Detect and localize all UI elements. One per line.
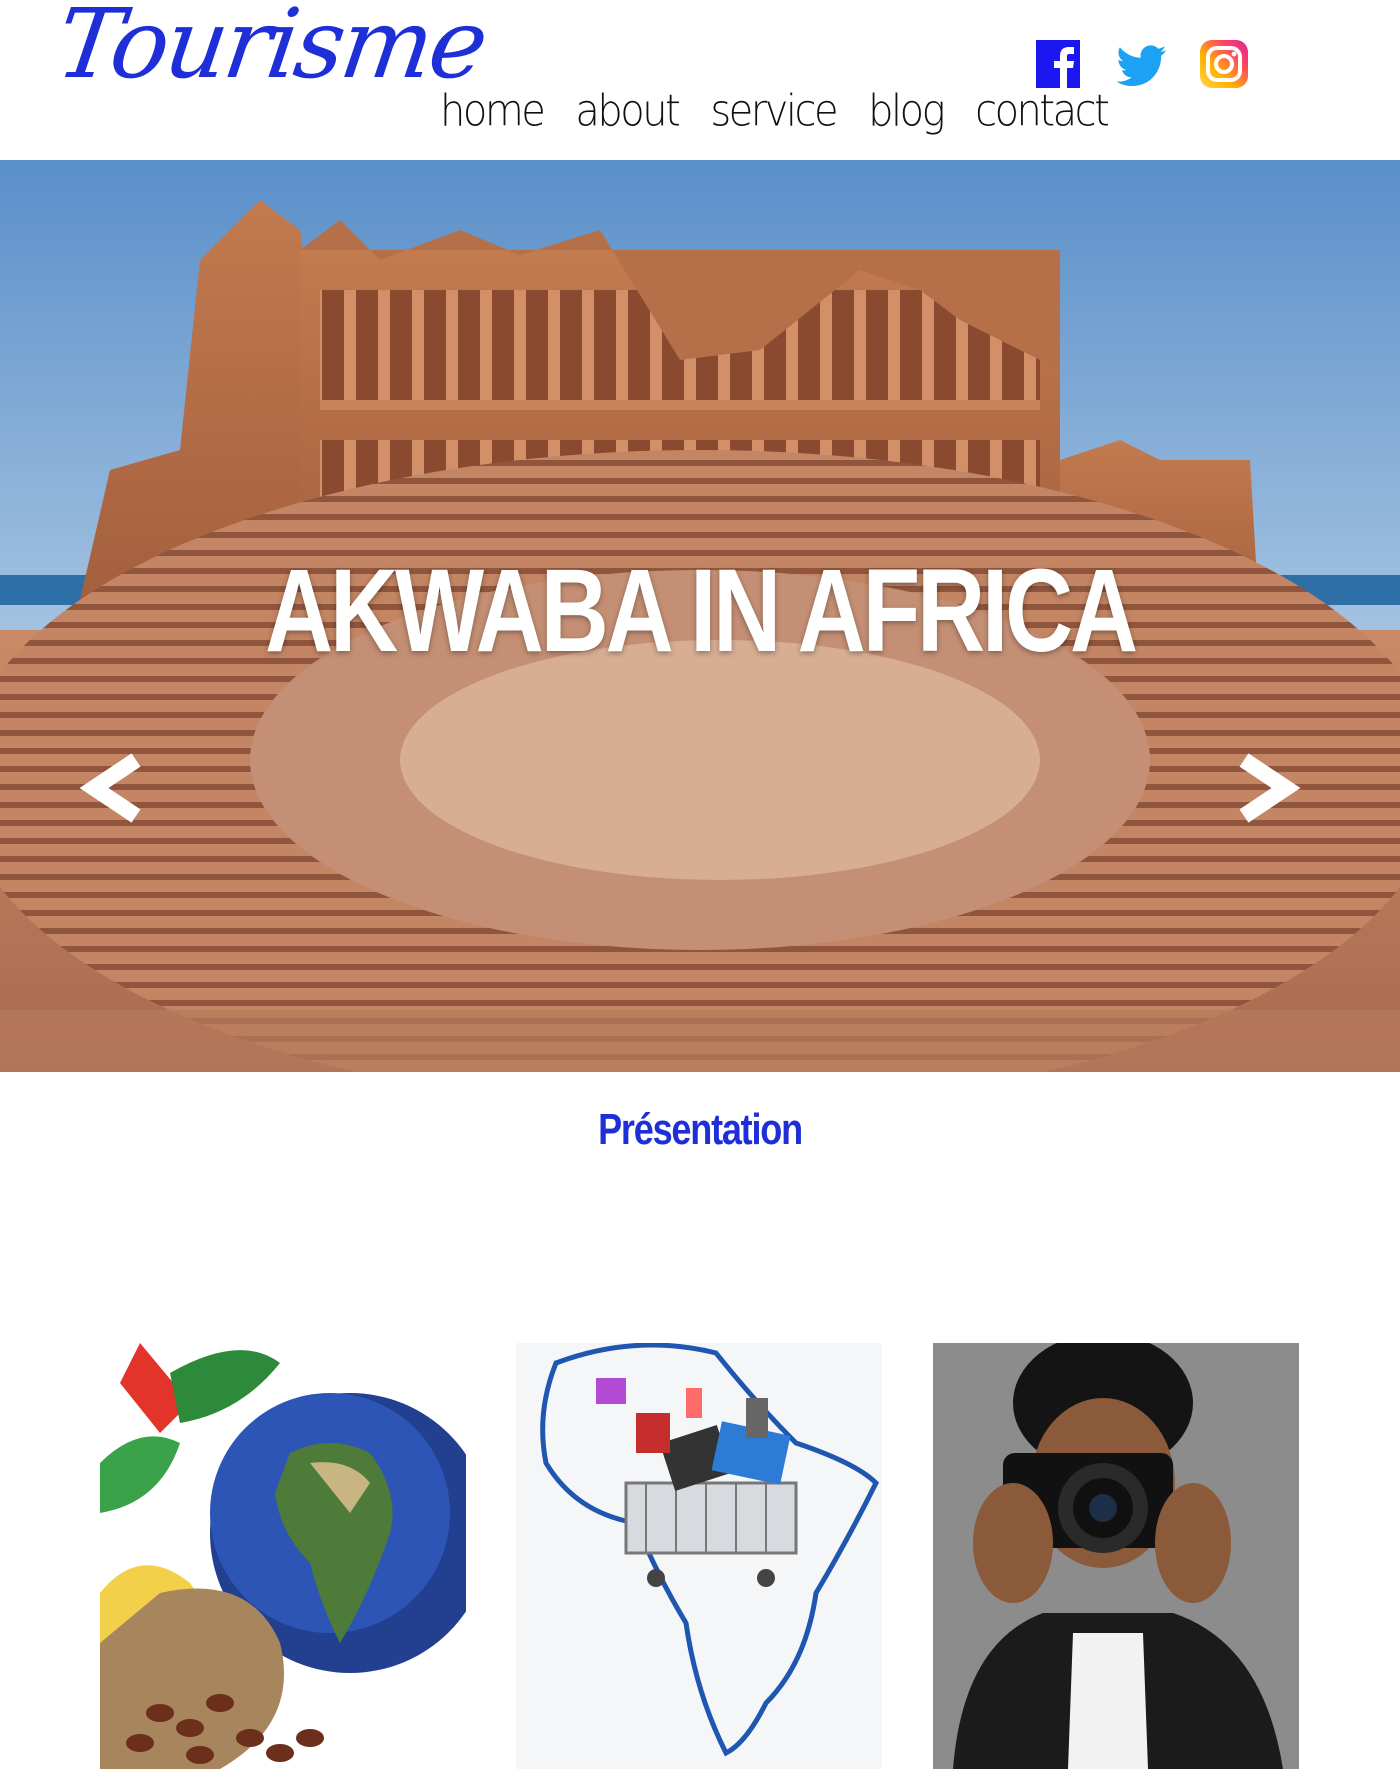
instagram-icon[interactable]: [1200, 40, 1248, 88]
africa-shopping-image: [516, 1343, 882, 1769]
photographer-image: [933, 1343, 1299, 1769]
site-header: Tourisme home about service blog contact: [0, 0, 1400, 160]
nav-home[interactable]: home: [440, 86, 546, 137]
chevron-left-icon[interactable]: [78, 750, 158, 830]
nav-about[interactable]: about: [575, 86, 680, 137]
logo[interactable]: Tourisme: [50, 0, 492, 100]
facebook-icon[interactable]: [1036, 40, 1080, 88]
nav-contact[interactable]: contact: [975, 86, 1110, 137]
presentation-card-photographer[interactable]: [933, 1343, 1299, 1769]
twitter-icon[interactable]: [1116, 40, 1168, 90]
main-nav: home about service blog contact: [440, 86, 1110, 137]
nav-blog[interactable]: blog: [868, 86, 945, 137]
section-title-presentation: Présentation: [598, 1105, 803, 1154]
hero-title: AKWABA IN AFRICA: [265, 545, 1138, 677]
africa-globe-image: [100, 1343, 466, 1769]
presentation-card-africa-globe[interactable]: [100, 1343, 466, 1769]
nav-service[interactable]: service: [710, 86, 838, 137]
chevron-right-icon[interactable]: [1230, 750, 1310, 830]
presentation-card-africa-shopping[interactable]: [516, 1343, 882, 1769]
